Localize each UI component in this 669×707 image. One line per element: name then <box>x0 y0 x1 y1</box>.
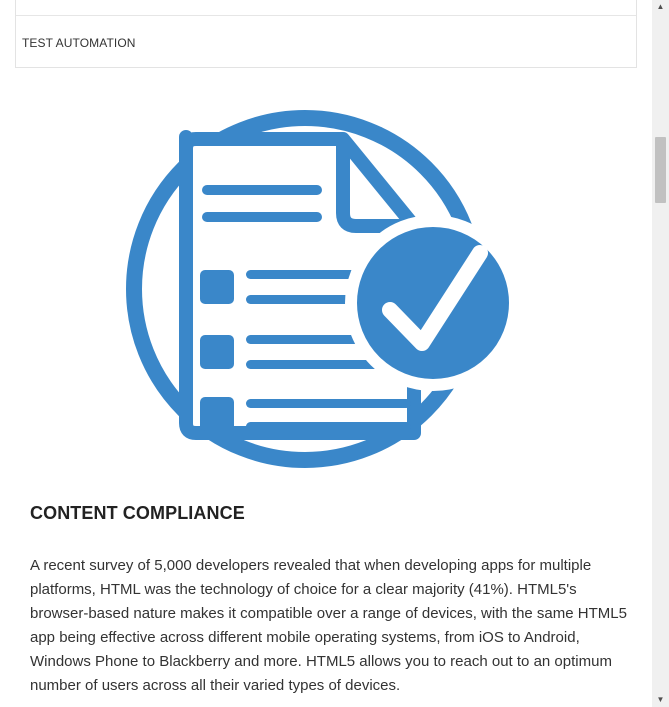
services-menu-panel: TEST AUTOMATION <box>15 0 637 68</box>
doc-line <box>202 212 322 222</box>
checklist-line <box>246 399 411 408</box>
section-title: CONTENT COMPLIANCE <box>30 503 245 523</box>
checklist-line <box>246 422 411 431</box>
page-viewport: TEST AUTOMATION CONTENT COMPLIANCE A rec… <box>0 0 669 707</box>
page-content: TEST AUTOMATION CONTENT COMPLIANCE A rec… <box>0 0 652 707</box>
scroll-down-arrow-icon[interactable]: ▼ <box>652 693 669 707</box>
checklist-box <box>200 270 234 304</box>
scroll-up-arrow-icon[interactable]: ▲ <box>652 0 669 14</box>
menu-divider <box>16 15 636 16</box>
checklist-box <box>200 335 234 369</box>
check-badge <box>345 215 521 391</box>
document-checklist-check-icon <box>126 110 521 468</box>
doc-line <box>202 185 322 195</box>
checklist-box <box>200 397 234 431</box>
vertical-scrollbar[interactable]: ▲ ▼ <box>652 0 669 707</box>
section-body: A recent survey of 5,000 developers reve… <box>30 557 627 694</box>
scroll-thumb[interactable] <box>655 137 666 203</box>
menu-item-test-automation[interactable]: TEST AUTOMATION <box>22 36 136 50</box>
